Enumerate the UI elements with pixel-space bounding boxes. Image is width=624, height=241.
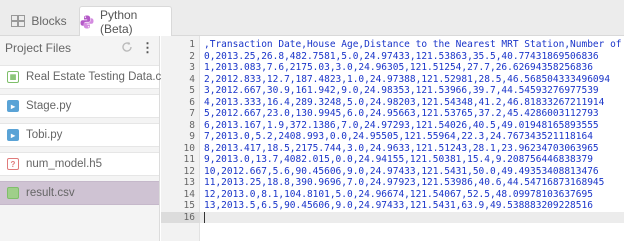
line-number: 16 <box>183 211 195 223</box>
file-name: Real Estate Testing Data.csv <box>26 71 173 83</box>
file-item-num-model-h5[interactable]: ? num_model.h5 <box>0 152 159 176</box>
line-number: 10 <box>183 142 195 154</box>
file-name: Stage.py <box>26 100 72 112</box>
line-number: 5 <box>189 85 195 96</box>
tab-blocks-label: Blocks <box>31 14 67 28</box>
active-line-highlight <box>161 211 624 223</box>
code-line: 3,2012.667,30.9,161.942,9.0,24.98353,121… <box>204 85 599 96</box>
line-number: 4 <box>189 73 195 85</box>
code-line: 6,2013.167,1.9,372.1386,7.0,24.97293,121… <box>204 119 599 131</box>
code-line: 5,2012.667,23.0,130.9945,6.0,24.95663,12… <box>204 108 599 119</box>
line-number: 2 <box>189 50 195 62</box>
project-files-header: Project Files ⋮ <box>0 36 159 60</box>
line-number: 8 <box>189 119 195 131</box>
text-cursor <box>204 212 205 223</box>
code-line: 13,2013.5,6.5,90.45606,9.0,24.97433,121.… <box>204 200 593 211</box>
python-file-icon: ▸ <box>7 129 19 141</box>
csv-file-icon <box>7 187 19 199</box>
code-editor[interactable]: 1 ,Transaction Date,House Age,Distance to… <box>161 36 624 241</box>
line-number: 15 <box>183 200 195 211</box>
code-line: 2,2012.833,12.7,187.4823,1.0,24.97388,12… <box>204 73 611 85</box>
refresh-icon[interactable] <box>121 41 133 56</box>
project-files-title: Project Files <box>5 41 72 55</box>
line-number: 3 <box>189 62 195 73</box>
project-files-sidebar: Project Files ⋮ ▦ Real Estate Testing Da… <box>0 36 173 241</box>
file-name: Tobi.py <box>26 129 63 141</box>
file-name: num_model.h5 <box>26 158 103 170</box>
line-number: 13 <box>183 177 195 188</box>
more-options-icon[interactable]: ⋮ <box>141 40 154 56</box>
code-line: 11,2013.25,18.8,390.9696,7.0,24.97923,12… <box>204 177 605 188</box>
file-item-tobi-py[interactable]: ▸ Tobi.py <box>0 123 159 147</box>
line-number: 12 <box>183 165 195 177</box>
line-number: 9 <box>189 131 195 142</box>
code-line: 1,2013.083,7.6,2175.03,3.0,24.96305,121.… <box>204 62 593 73</box>
editor-mode-tabbar: Blocks Python (Beta) <box>0 0 624 37</box>
code-line: 7,2013.0,5.2,2408.993,0.0,24.95505,121.5… <box>204 131 593 142</box>
code-line: 4,2013.333,16.4,289.3248,5.0,24.98203,12… <box>204 96 605 108</box>
line-number: 6 <box>189 96 195 108</box>
blocks-icon <box>11 15 26 27</box>
csv-file-icon: ▦ <box>7 71 19 83</box>
file-name: result.csv <box>26 187 75 199</box>
code-line: 9,2013.0,13.7,4082.015,0.0,24.94155,121.… <box>204 154 593 165</box>
line-number: 14 <box>183 188 195 200</box>
tab-blocks[interactable]: Blocks <box>0 6 78 36</box>
file-item-real-estate-csv[interactable]: ▦ Real Estate Testing Data.csv <box>0 65 173 89</box>
code-line: 10,2012.667,5.6,90.45606,9.0,24.97433,12… <box>204 165 599 177</box>
code-line: 8,2013.417,18.5,2175.744,3.0,24.9633,121… <box>204 142 599 154</box>
code-line: ,Transaction Date,House Age,Distance to … <box>204 39 622 50</box>
tab-python-label: Python (Beta) <box>100 8 138 36</box>
python-icon <box>80 15 94 29</box>
file-item-stage-py[interactable]: ▸ Stage.py <box>0 94 159 118</box>
line-number: 11 <box>183 154 195 165</box>
tab-python[interactable]: Python (Beta) <box>79 6 172 37</box>
code-line: 12,2013.0,8.1,104.8101,5.0,24.96674,121.… <box>204 188 593 200</box>
python-file-icon: ▸ <box>7 100 19 112</box>
line-number: 1 <box>189 39 195 50</box>
line-number: 7 <box>189 108 195 119</box>
file-item-result-csv[interactable]: result.csv <box>0 181 159 205</box>
code-line: 0,2013.25,26.8,482.7581,5.0,24.97433,121… <box>204 50 599 62</box>
unknown-file-icon: ? <box>7 158 19 170</box>
